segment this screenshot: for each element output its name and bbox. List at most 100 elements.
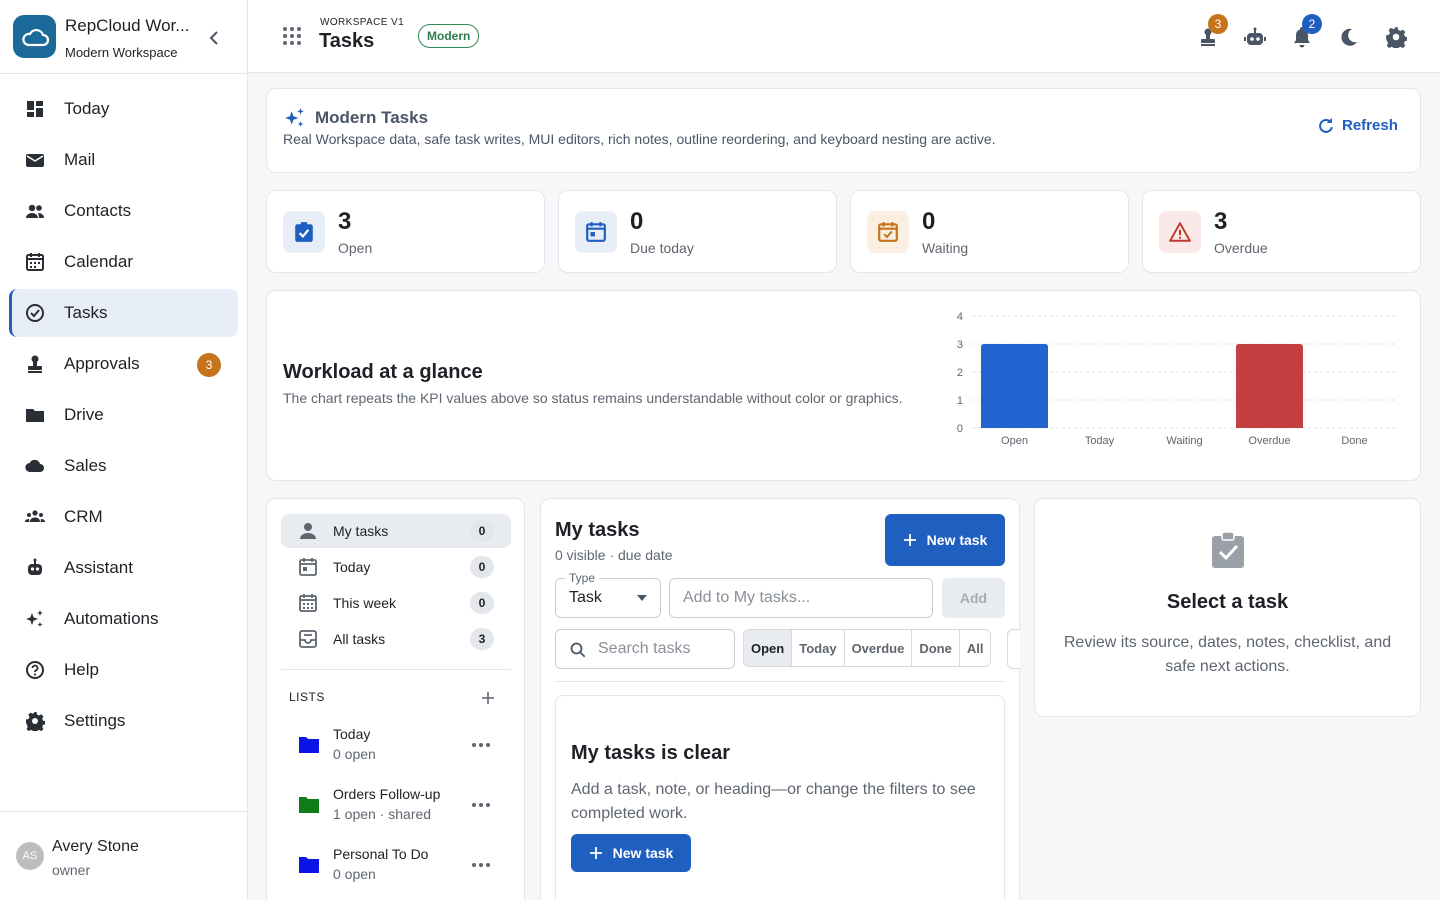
kpi-card-overdue: 3 Overdue xyxy=(1142,190,1421,273)
settings-button[interactable] xyxy=(1384,25,1408,49)
add-button[interactable]: Add xyxy=(942,578,1005,618)
list-subtitle: 0 open xyxy=(333,746,376,762)
type-select-value: Task xyxy=(569,589,602,606)
approvals-button[interactable]: 3 xyxy=(1196,14,1228,49)
sidebar-item-calendar[interactable]: Calendar xyxy=(9,238,238,286)
sidebar-item-crm[interactable]: CRM xyxy=(9,493,238,541)
sidebar-item-help[interactable]: Help xyxy=(9,646,238,694)
dark-mode-toggle[interactable] xyxy=(1337,25,1361,49)
workload-card: Workload at a glance The chart repeats t… xyxy=(266,290,1421,481)
filter-this-week[interactable]: This week 0 xyxy=(281,586,511,620)
refresh-icon xyxy=(1319,117,1333,133)
kpi-value: 0 xyxy=(922,208,936,235)
chart-x-tick-label: Overdue xyxy=(1248,435,1290,447)
list-item[interactable]: Today 0 open xyxy=(281,720,511,770)
tab-open[interactable]: Open xyxy=(744,630,793,666)
sidebar-item-contacts[interactable]: Contacts xyxy=(9,187,238,235)
sidebar-item-label: Mail xyxy=(64,150,96,169)
sidebar-item-tasks[interactable]: Tasks xyxy=(9,289,238,337)
status-tabs: Open Today Overdue Done All xyxy=(743,629,992,667)
sidebar-item-today[interactable]: Today xyxy=(9,85,238,133)
chart-y-tick-label: 0 xyxy=(957,423,963,435)
sidebar-item-label: Drive xyxy=(64,405,104,424)
task-detail-panel: Select a task Review its source, dates, … xyxy=(1034,498,1421,717)
brand-name: RepCloud Wor... xyxy=(65,16,190,35)
info-banner: Modern Tasks Real Workspace data, safe t… xyxy=(266,88,1421,173)
clipboard-check-icon xyxy=(1212,531,1244,568)
plus-icon xyxy=(903,534,916,546)
tab-done[interactable]: Done xyxy=(912,630,960,666)
notifications-button[interactable]: 2 xyxy=(1290,14,1322,49)
sidebar-item-mail[interactable]: Mail xyxy=(9,136,238,184)
sidebar-item-sales[interactable]: Sales xyxy=(9,442,238,490)
folder-icon xyxy=(299,737,319,753)
kpi-value: 3 xyxy=(338,208,352,235)
kpi-card-due-today: 0 Due today xyxy=(558,190,837,273)
sidebar-item-settings[interactable]: Settings xyxy=(9,697,238,745)
tab-today[interactable]: Today xyxy=(792,630,845,666)
more-horizontal-icon[interactable] xyxy=(469,797,493,813)
list-subtitle: 1 open · shared xyxy=(333,806,432,822)
cloud-logo-icon xyxy=(13,15,56,58)
list-item[interactable]: Personal To Do 0 open xyxy=(281,840,511,890)
top-bar: WORKSPACE V1 Tasks Modern 3 2 xyxy=(248,0,1440,73)
caret-down-icon xyxy=(637,595,647,601)
sidebar-item-label: Sales xyxy=(64,456,107,475)
filter-today[interactable]: Today 0 xyxy=(281,550,511,584)
chart-x-tick-label: Open xyxy=(1001,435,1028,447)
user-profile[interactable]: AS Avery Stone owner xyxy=(0,811,248,900)
search-input[interactable]: Search tasks xyxy=(555,629,735,669)
page-title: Tasks xyxy=(319,30,375,52)
collapse-sidebar-button[interactable] xyxy=(203,27,225,49)
folder-icon xyxy=(299,857,319,873)
kpi-label: Open xyxy=(338,240,373,256)
add-list-button[interactable] xyxy=(479,689,497,707)
kpi-label: Due today xyxy=(630,240,694,256)
more-filters-segment[interactable] xyxy=(1007,629,1020,669)
kpi-value: 3 xyxy=(1214,208,1228,235)
filter-all-tasks[interactable]: All tasks 3 xyxy=(281,622,511,656)
sidebar-item-assistant[interactable]: Assistant xyxy=(9,544,238,592)
kpi-icon-wrap xyxy=(1159,211,1201,253)
empty-new-task-button[interactable]: New task xyxy=(571,834,691,872)
filter-my-tasks[interactable]: My tasks 0 xyxy=(281,514,511,548)
list-item[interactable]: Orders Follow-up 1 open · shared xyxy=(281,780,511,830)
robot-icon xyxy=(1244,27,1266,45)
list-subtitle: 0 open xyxy=(333,866,376,882)
sidebar-item-automations[interactable]: Automations xyxy=(9,595,238,643)
tab-overdue[interactable]: Overdue xyxy=(845,630,913,666)
new-task-button[interactable]: New task xyxy=(885,514,1005,566)
sidebar-item-approvals[interactable]: Approvals 3 xyxy=(9,340,238,388)
app-launcher-button[interactable] xyxy=(282,26,302,46)
workspace-label: WORKSPACE V1 xyxy=(320,17,405,28)
type-select[interactable]: Type Task xyxy=(555,571,661,618)
refresh-label: Refresh xyxy=(1342,117,1398,134)
refresh-button[interactable]: Refresh xyxy=(1317,117,1398,134)
tab-all[interactable]: All xyxy=(960,630,991,666)
sidebar-item-drive[interactable]: Drive xyxy=(9,391,238,439)
chart-y-tick-label: 1 xyxy=(957,395,963,407)
kpi-card-waiting: 0 Waiting xyxy=(850,190,1129,273)
divider xyxy=(281,669,511,670)
tasks-panel: My tasks 0 visible · due date New task T… xyxy=(540,498,1020,900)
more-horizontal-icon[interactable] xyxy=(469,737,493,753)
search-placeholder: Search tasks xyxy=(598,640,691,657)
sidebar-item-label: Today xyxy=(64,99,110,118)
assistant-button[interactable] xyxy=(1243,25,1267,49)
workload-description: The chart repeats the KPI values above s… xyxy=(283,390,903,406)
add-task-input[interactable]: Add to My tasks... xyxy=(669,578,933,618)
apps-grid-icon xyxy=(283,27,301,45)
sidebar-item-label: Help xyxy=(64,660,99,679)
sparkle-icon xyxy=(285,108,304,127)
chart-y-tick-label: 4 xyxy=(957,311,963,323)
search-icon xyxy=(570,642,586,658)
moon-icon xyxy=(1341,28,1357,46)
user-role: owner xyxy=(52,862,91,878)
kpi-label: Overdue xyxy=(1214,240,1268,256)
sidebar-item-label: Settings xyxy=(64,711,126,730)
list-name: Today xyxy=(333,726,371,742)
filters-panel: My tasks 0 Today 0 This week 0 All tasks… xyxy=(266,498,525,900)
brand-header: RepCloud Wor... Modern Workspace xyxy=(0,0,247,74)
more-horizontal-icon[interactable] xyxy=(469,857,493,873)
chart-bar xyxy=(1236,344,1303,428)
